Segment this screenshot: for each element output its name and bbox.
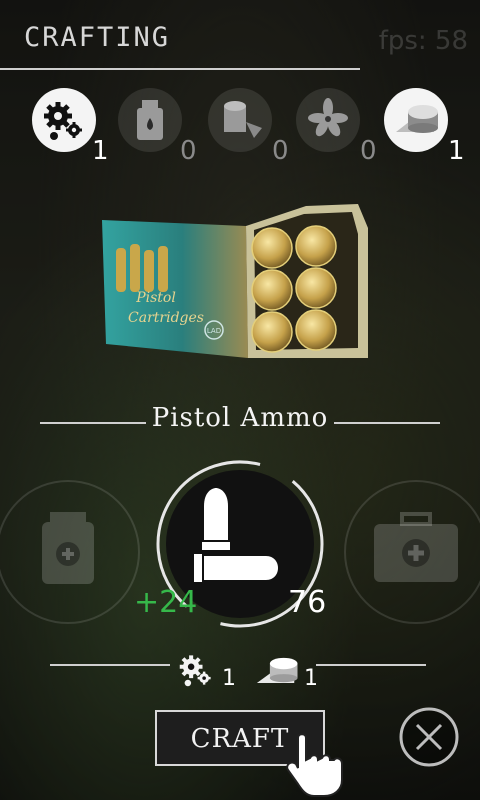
resource-herb[interactable] [296,88,360,152]
box-badge: LAD [207,327,221,335]
gears-icon [179,655,211,687]
page-title: CRAFTING [24,22,171,53]
cost-divider-right [316,664,426,666]
fps-counter: fps: 58 [378,26,468,56]
cost-count-gears: 1 [222,666,236,691]
item-name: Pistol Ammo [151,403,329,433]
resource-count-gunpowder: 1 [448,136,465,166]
medicine-bottle-icon [42,512,94,584]
first-aid-kit-icon [374,512,458,582]
tap-hand-icon [286,733,343,797]
next-recipe-button[interactable] [344,480,480,624]
gears-icon [44,102,82,140]
resource-count-gears: 1 [92,136,109,166]
resource-duct-tape[interactable] [208,88,272,152]
herb-icon [308,98,348,137]
resource-count-bottle: 0 [180,136,197,166]
close-button[interactable] [398,706,460,768]
resource-count-herb: 0 [360,136,377,166]
prev-recipe-button[interactable] [0,480,140,624]
gunpowder-icon [396,105,438,133]
bottle-icon [137,100,163,140]
craft-gain: +24 [134,585,198,620]
gunpowder-icon [256,657,298,683]
resource-bottle[interactable] [118,88,182,152]
cost-count-gunpowder: 1 [304,666,318,691]
resource-gunpowder[interactable] [384,88,448,152]
header-divider [0,68,360,70]
cost-divider-left [50,664,170,666]
pistol-cartridges-box-image: Pistol Cartridges LAD [102,204,368,358]
duct-tape-icon [224,101,262,138]
box-label-line1: Pistol [135,290,176,306]
ammo-total: 76 [288,585,327,620]
box-label-line2: Cartridges [128,310,204,326]
resource-count-duct-tape: 0 [272,136,289,166]
resource-gears[interactable] [32,88,96,152]
